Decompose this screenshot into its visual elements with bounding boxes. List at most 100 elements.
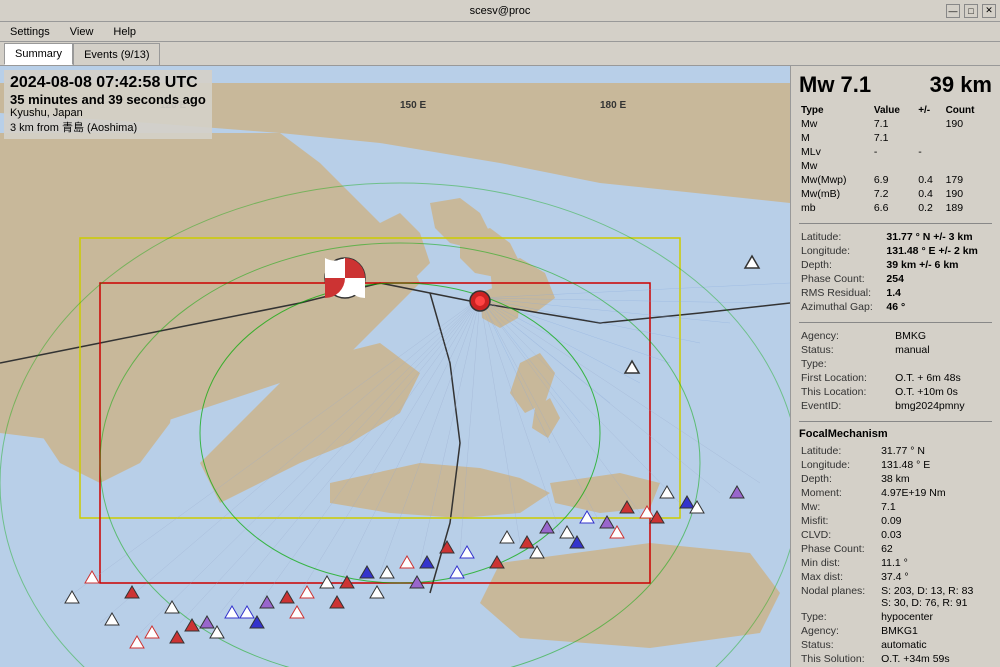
type-cell: Mw(Mwp) bbox=[799, 173, 872, 187]
titlebar: scesv@proc — □ ✕ bbox=[0, 0, 1000, 22]
table-row: Min dist: 11.1 ° bbox=[799, 556, 992, 570]
left-info-overlay: 2024-08-08 07:42:58 UTC 35 minutes and 3… bbox=[4, 70, 212, 139]
focal-depth-value: 38 km bbox=[879, 472, 992, 486]
minimize-button[interactable]: — bbox=[946, 4, 960, 18]
status-value: manual bbox=[893, 343, 992, 357]
status-label: Status: bbox=[799, 343, 893, 357]
value-cell: 6.9 bbox=[872, 173, 916, 187]
table-row: Latitude: 31.77 ° N +/- 3 km bbox=[799, 230, 992, 244]
value-cell: 7.1 bbox=[872, 117, 916, 131]
focal-agency-label: Agency: bbox=[799, 624, 879, 638]
table-row: This Solution: O.T. +34m 59s bbox=[799, 652, 992, 666]
lat-value: 31.77 ° N +/- 3 km bbox=[884, 230, 992, 244]
focal-type-label: Type: bbox=[799, 610, 879, 624]
mw-display: Mw 7.1 bbox=[799, 72, 871, 98]
divider-3 bbox=[799, 421, 992, 422]
table-row: Nodal planes: S: 203, D: 13, R: 83 S: 30… bbox=[799, 584, 992, 610]
main-content: 120 E 150 E 180 E 2024-08-08 07:42:58 UT… bbox=[0, 66, 1000, 667]
table-row: This Location: O.T. +10m 0s bbox=[799, 385, 992, 399]
value-cell: 7.2 bbox=[872, 187, 916, 201]
table-row: Depth: 39 km +/- 6 km bbox=[799, 258, 992, 272]
table-row: First Location: O.T. + 6m 48s bbox=[799, 371, 992, 385]
info-panel: Mw 7.1 39 km Type Value +/- Count Mw 7.1… bbox=[790, 66, 1000, 667]
event-region: Kyushu, Japan bbox=[10, 107, 206, 119]
table-row: Moment: 4.97E+19 Nm bbox=[799, 486, 992, 500]
count-cell: 189 bbox=[944, 201, 992, 215]
event-distance: 3 km from 青島 (Aoshima) bbox=[10, 119, 206, 135]
focal-phase-label: Phase Count: bbox=[799, 542, 879, 556]
focal-lat-value: 31.77 ° N bbox=[879, 444, 992, 458]
pm-cell bbox=[916, 117, 943, 131]
this-loc-label: This Location: bbox=[799, 385, 893, 399]
menu-settings[interactable]: Settings bbox=[6, 24, 54, 40]
svg-text:180 E: 180 E bbox=[600, 100, 626, 111]
divider-1 bbox=[799, 223, 992, 224]
focal-clvd-value: 0.03 bbox=[879, 528, 992, 542]
focal-lon-label: Longitude: bbox=[799, 458, 879, 472]
count-cell: 190 bbox=[944, 117, 992, 131]
lon-label: Longitude: bbox=[799, 244, 884, 258]
depth-display: 39 km bbox=[930, 72, 992, 98]
col-value: Value bbox=[872, 104, 916, 117]
focal-nodal-label: Nodal planes: bbox=[799, 584, 879, 610]
value-cell: 6.6 bbox=[872, 201, 916, 215]
tab-events[interactable]: Events (9/13) bbox=[73, 43, 160, 65]
tab-summary[interactable]: Summary bbox=[4, 43, 73, 65]
focal-phase-value: 62 bbox=[879, 542, 992, 556]
type-cell: Mw bbox=[799, 159, 872, 173]
azimuthal-label: Azimuthal Gap: bbox=[799, 300, 884, 314]
magnitude-depth-header: Mw 7.1 39 km bbox=[799, 72, 992, 98]
map-background: 120 E 150 E 180 E bbox=[0, 66, 790, 667]
focal-table: Latitude: 31.77 ° N Longitude: 131.48 ° … bbox=[799, 444, 992, 666]
phase-count-label: Phase Count: bbox=[799, 272, 884, 286]
table-row: Mw(mB) 7.2 0.4 190 bbox=[799, 187, 992, 201]
menu-view[interactable]: View bbox=[66, 24, 98, 40]
focal-mw-label: Mw: bbox=[799, 500, 879, 514]
map-area[interactable]: 120 E 150 E 180 E 2024-08-08 07:42:58 UT… bbox=[0, 66, 790, 667]
focal-header: FocalMechanism bbox=[799, 428, 992, 440]
titlebar-title: scesv@proc bbox=[470, 5, 531, 17]
maximize-button[interactable]: □ bbox=[964, 4, 978, 18]
event-id-value: bmg2024pmny bbox=[893, 399, 992, 413]
focal-mindist-label: Min dist: bbox=[799, 556, 879, 570]
count-cell bbox=[944, 145, 992, 159]
table-row: Mw: 7.1 bbox=[799, 500, 992, 514]
table-row: Status: automatic bbox=[799, 638, 992, 652]
focal-nodal-value1: S: 203, D: 13, R: 83 S: 30, D: 76, R: 91 bbox=[879, 584, 992, 610]
focal-maxdist-label: Max dist: bbox=[799, 570, 879, 584]
focal-lon-value: 131.48 ° E bbox=[879, 458, 992, 472]
pm-cell: 0.4 bbox=[916, 187, 943, 201]
rms-label: RMS Residual: bbox=[799, 286, 884, 300]
menu-help[interactable]: Help bbox=[109, 24, 140, 40]
table-row: Azimuthal Gap: 46 ° bbox=[799, 300, 992, 314]
table-row: RMS Residual: 1.4 bbox=[799, 286, 992, 300]
focal-status-value: automatic bbox=[879, 638, 992, 652]
lat-label: Latitude: bbox=[799, 230, 884, 244]
focal-status-label: Status: bbox=[799, 638, 879, 652]
focal-misfit-label: Misfit: bbox=[799, 514, 879, 528]
azimuthal-value: 46 ° bbox=[884, 300, 992, 314]
focal-clvd-label: CLVD: bbox=[799, 528, 879, 542]
type-cell: Mw(mB) bbox=[799, 187, 872, 201]
col-type: Type bbox=[799, 104, 872, 117]
agency-table: Agency: BMKG Status: manual Type: First … bbox=[799, 329, 992, 413]
divider-2 bbox=[799, 322, 992, 323]
focal-moment-value: 4.97E+19 Nm bbox=[879, 486, 992, 500]
close-button[interactable]: ✕ bbox=[982, 4, 996, 18]
table-row: CLVD: 0.03 bbox=[799, 528, 992, 542]
table-row: Type: bbox=[799, 357, 992, 371]
table-row: Status: manual bbox=[799, 343, 992, 357]
event-time-ago: 35 minutes and 39 seconds ago bbox=[10, 92, 206, 107]
count-cell: 190 bbox=[944, 187, 992, 201]
table-row: Agency: BMKG1 bbox=[799, 624, 992, 638]
type-cell: MLv bbox=[799, 145, 872, 159]
col-count: Count bbox=[944, 104, 992, 117]
table-row: Misfit: 0.09 bbox=[799, 514, 992, 528]
magnitude-table: Type Value +/- Count Mw 7.1 190 M 7.1 ML… bbox=[799, 104, 992, 215]
table-row: Type: hypocenter bbox=[799, 610, 992, 624]
table-row: mb 6.6 0.2 189 bbox=[799, 201, 992, 215]
titlebar-controls: — □ ✕ bbox=[946, 4, 996, 18]
event-datetime: 2024-08-08 07:42:58 UTC bbox=[10, 74, 206, 92]
table-row: Mw(Mwp) 6.9 0.4 179 bbox=[799, 173, 992, 187]
count-cell bbox=[944, 131, 992, 145]
